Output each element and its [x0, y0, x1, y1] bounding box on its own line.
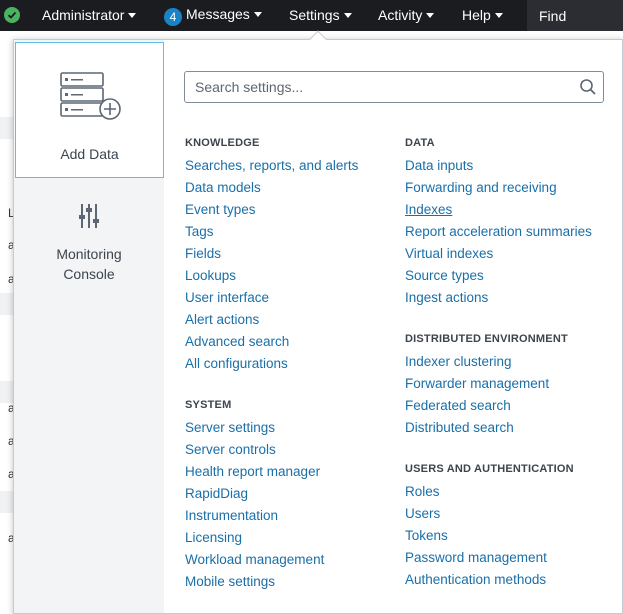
link-licensing[interactable]: Licensing: [185, 530, 242, 545]
users-authentication-heading: USERS AND AUTHENTICATION: [405, 463, 574, 475]
admin-menu-label: Administrator: [42, 7, 125, 23]
background-row: [0, 293, 14, 315]
system-heading: SYSTEM: [185, 399, 232, 411]
link-fields[interactable]: Fields: [185, 246, 221, 261]
top-nav-bar: Administrator 4 Messages Settings Activit…: [0, 0, 623, 31]
link-searches-reports-alerts[interactable]: Searches, reports, and alerts: [185, 158, 358, 173]
messages-menu-label: Messages: [186, 6, 250, 22]
link-server-controls[interactable]: Server controls: [185, 442, 276, 457]
chevron-down-icon: [494, 13, 503, 18]
chevron-down-icon: [426, 13, 435, 18]
link-advanced-search[interactable]: Advanced search: [185, 334, 289, 349]
background-row: [0, 117, 14, 139]
link-distributed-search[interactable]: Distributed search: [405, 420, 514, 435]
link-virtual-indexes[interactable]: Virtual indexes: [405, 246, 493, 261]
health-status-icon[interactable]: [4, 7, 20, 23]
settings-search-input[interactable]: [195, 78, 565, 96]
link-federated-search[interactable]: Federated search: [405, 398, 511, 413]
knowledge-heading: KNOWLEDGE: [185, 137, 260, 149]
settings-menu[interactable]: Settings: [289, 7, 352, 23]
background-row: [0, 381, 14, 403]
link-mobile-settings[interactable]: Mobile settings: [185, 574, 275, 589]
link-indexer-clustering[interactable]: Indexer clustering: [405, 354, 512, 369]
monitoring-label-line2: Console: [63, 266, 115, 282]
link-user-interface[interactable]: User interface: [185, 290, 269, 305]
link-forwarding-receiving[interactable]: Forwarding and receiving: [405, 180, 557, 195]
messages-menu[interactable]: 4 Messages: [164, 6, 262, 26]
link-alert-actions[interactable]: Alert actions: [185, 312, 259, 327]
link-lookups[interactable]: Lookups: [185, 268, 236, 283]
background-row: [0, 491, 14, 513]
link-rapiddiag[interactable]: RapidDiag: [185, 486, 248, 501]
monitoring-console-label: Monitoring Console: [14, 244, 164, 284]
link-data-inputs[interactable]: Data inputs: [405, 158, 473, 173]
activity-menu[interactable]: Activity: [378, 7, 435, 23]
monitoring-console-button[interactable]: Monitoring Console: [14, 190, 164, 290]
link-source-types[interactable]: Source types: [405, 268, 484, 283]
add-data-label: Add Data: [60, 146, 119, 162]
link-roles[interactable]: Roles: [405, 484, 440, 499]
settings-side-panel: Add Data Monitoring Console: [14, 40, 164, 613]
link-event-types[interactable]: Event types: [185, 202, 256, 217]
chevron-down-icon: [343, 13, 352, 18]
chevron-down-icon: [253, 12, 262, 17]
add-data-icon: [59, 71, 121, 128]
link-authentication-methods[interactable]: Authentication methods: [405, 572, 546, 587]
activity-menu-label: Activity: [378, 7, 423, 23]
sliders-icon: [78, 202, 100, 235]
help-menu[interactable]: Help: [462, 7, 503, 23]
link-ingest-actions[interactable]: Ingest actions: [405, 290, 488, 305]
settings-dropdown: Add Data Monitoring Console Search setti…: [13, 39, 623, 614]
link-password-management[interactable]: Password management: [405, 550, 547, 565]
link-instrumentation[interactable]: Instrumentation: [185, 508, 278, 523]
chevron-down-icon: [128, 13, 137, 18]
messages-count-badge: 4: [164, 8, 182, 26]
link-data-models[interactable]: Data models: [185, 180, 261, 195]
link-forwarder-management[interactable]: Forwarder management: [405, 376, 549, 391]
link-users[interactable]: Users: [405, 506, 440, 521]
link-server-settings[interactable]: Server settings: [185, 420, 275, 435]
settings-menu-label: Settings: [289, 7, 340, 23]
settings-search: [184, 71, 604, 103]
add-data-button[interactable]: Add Data: [15, 42, 164, 178]
monitoring-label-line1: Monitoring: [56, 246, 122, 262]
link-tags[interactable]: Tags: [185, 224, 214, 239]
link-health-report-manager[interactable]: Health report manager: [185, 464, 320, 479]
link-workload-management[interactable]: Workload management: [185, 552, 324, 567]
link-all-configurations[interactable]: All configurations: [185, 356, 288, 371]
help-menu-label: Help: [462, 7, 491, 23]
distributed-environment-heading: DISTRIBUTED ENVIRONMENT: [405, 333, 568, 345]
admin-menu[interactable]: Administrator: [42, 7, 137, 23]
link-indexes[interactable]: Indexes: [405, 202, 452, 217]
link-report-acceleration-summaries[interactable]: Report acceleration summaries: [405, 224, 592, 239]
search-icon[interactable]: [579, 78, 597, 101]
data-heading: DATA: [405, 137, 435, 149]
find-input[interactable]: Find: [527, 0, 623, 31]
find-placeholder: Find: [539, 8, 567, 24]
link-tokens[interactable]: Tokens: [405, 528, 448, 543]
